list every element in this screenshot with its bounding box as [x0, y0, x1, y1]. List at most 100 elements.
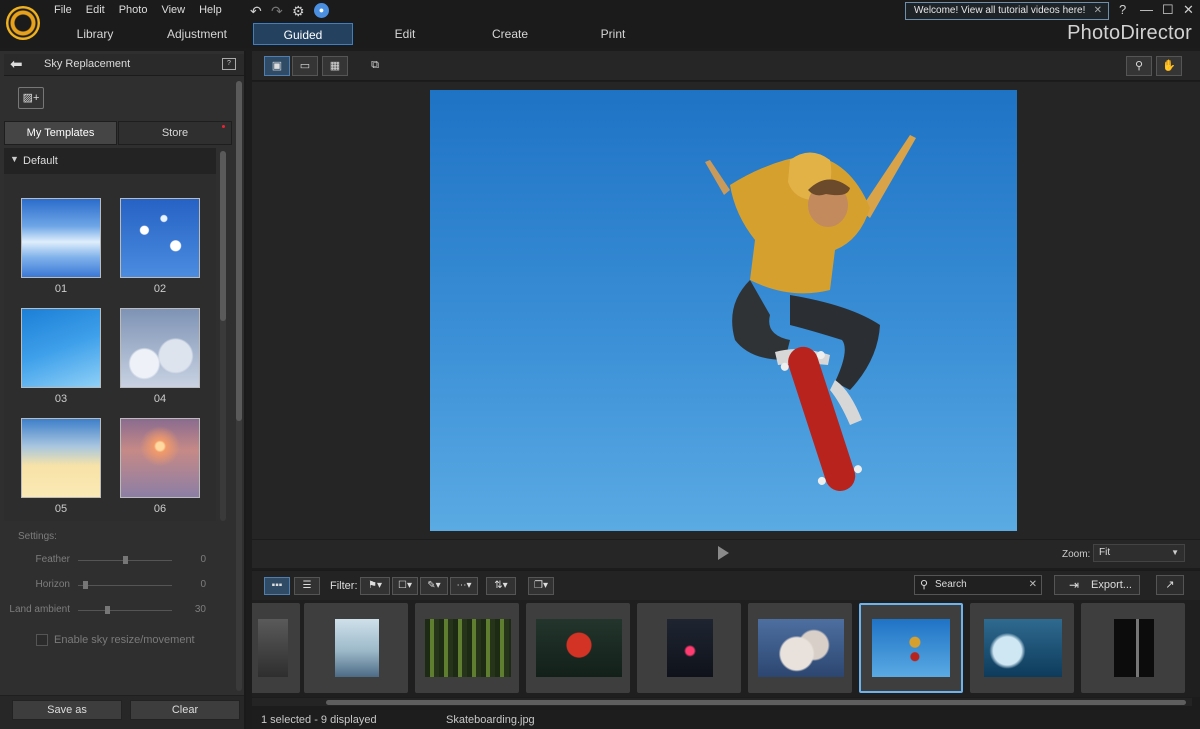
panel-scrollbar[interactable]	[236, 81, 242, 691]
add-sky-template-button[interactable]: ▨+	[18, 87, 44, 109]
single-view-icon[interactable]: ▣	[264, 56, 290, 76]
welcome-banner-text: Welcome! View all tutorial videos here!	[914, 5, 1086, 16]
close-banner-icon[interactable]: ✕	[1094, 3, 1102, 19]
feather-knob[interactable]	[123, 556, 128, 564]
tab-library[interactable]: Library	[45, 23, 145, 45]
help-icon[interactable]: ?	[1119, 2, 1126, 17]
clear-button[interactable]: Clear	[130, 700, 240, 720]
grid-view-icon[interactable]: ▦	[322, 56, 348, 76]
menu-edit[interactable]: Edit	[86, 4, 105, 16]
title-bar: File Edit Photo View Help ↶ ↷ ⚙ ● Welcom…	[0, 0, 1200, 48]
filter-label: Filter:	[330, 580, 358, 592]
zoom-label: Zoom:	[1062, 549, 1091, 560]
filmstrip-scrollbar[interactable]	[252, 698, 1192, 706]
filmstrip-item[interactable]	[970, 603, 1074, 693]
sky-template-05[interactable]	[21, 418, 101, 498]
sky-template-01[interactable]	[21, 198, 101, 278]
horizon-knob[interactable]	[82, 581, 88, 589]
thumbnail-image	[536, 619, 622, 677]
panel-help-icon[interactable]: ?	[222, 58, 236, 70]
flag-filter-icon[interactable]: ⚑▾	[360, 577, 390, 595]
filmstrip-item[interactable]	[304, 603, 408, 693]
thumbnail-image	[667, 619, 713, 677]
clear-search-icon[interactable]: ✕	[1029, 576, 1037, 594]
maximize-icon[interactable]: ☐	[1162, 2, 1174, 18]
menu-help[interactable]: Help	[199, 4, 222, 16]
back-arrow-icon[interactable]: ⬅	[10, 55, 23, 73]
tab-store[interactable]: Store	[118, 121, 232, 145]
open-external-icon[interactable]: ↗	[1156, 575, 1184, 595]
search-placeholder: Search	[935, 579, 967, 590]
sky-template-02[interactable]	[120, 198, 200, 278]
land-ambient-value: 30	[194, 604, 206, 615]
panel-scrollbar-thumb[interactable]	[236, 81, 242, 421]
thumbnail-image	[758, 619, 844, 677]
template-grid: 01 02 03 04 05 06	[4, 174, 216, 521]
template-group-header[interactable]: ▼ Default	[4, 148, 216, 174]
filmstrip-item[interactable]	[252, 603, 300, 693]
export-button[interactable]: ⇥ Export...	[1054, 575, 1140, 595]
sky-resize-label: Enable sky resize/movement	[54, 634, 195, 646]
menu-photo[interactable]: Photo	[119, 4, 148, 16]
sky-template-06[interactable]	[120, 418, 200, 498]
main-photo[interactable]	[430, 90, 1017, 531]
search-input[interactable]: ⚲ Search ✕	[914, 575, 1042, 595]
menu-bar: File Edit Photo View Help	[54, 4, 236, 16]
filmstrip-item[interactable]	[526, 603, 630, 693]
fullscreen-icon[interactable]: ⧉	[362, 56, 388, 76]
settings-gear-icon[interactable]: ⚙	[292, 3, 305, 20]
thumbnail-image	[1114, 619, 1154, 677]
sky-template-04[interactable]	[120, 308, 200, 388]
brand-title: PhotoDirector	[1067, 22, 1192, 44]
filmstrip-item[interactable]	[415, 603, 519, 693]
menu-view[interactable]: View	[161, 4, 185, 16]
sort-icon[interactable]: ⇅▾	[486, 577, 516, 595]
minimize-icon[interactable]: —	[1140, 2, 1153, 17]
sky-template-03[interactable]	[21, 308, 101, 388]
current-filename: Skateboarding.jpg	[446, 714, 535, 726]
horizon-track[interactable]	[78, 585, 172, 586]
sky-resize-checkbox[interactable]	[36, 634, 48, 647]
template-scrollbar-thumb[interactable]	[220, 151, 226, 321]
tab-guided[interactable]: Guided	[253, 23, 353, 45]
selection-count: 1 selected - 9 displayed	[261, 714, 377, 726]
color-label-filter-icon[interactable]: ☐▾	[392, 577, 418, 595]
thumbnail-image	[984, 619, 1062, 677]
more-filter-icon[interactable]: ⋯▾	[450, 577, 478, 595]
filmstrip-scrollbar-thumb[interactable]	[326, 700, 1186, 705]
zoom-tool-icon[interactable]: ⚲	[1126, 56, 1152, 76]
filmstrip-view-icon[interactable]: ▪▪▪	[264, 577, 290, 595]
save-as-button[interactable]: Save as	[12, 700, 122, 720]
playback-bar: Zoom: Fit ▼	[252, 540, 1200, 568]
hand-tool-icon[interactable]: ✋	[1156, 56, 1182, 76]
sky-resize-checkbox-row[interactable]: Enable sky resize/movement	[36, 634, 195, 647]
filmstrip-item[interactable]	[637, 603, 741, 693]
stack-icon[interactable]: ❐▾	[528, 577, 554, 595]
filmstrip-item-selected[interactable]	[859, 603, 963, 693]
redo-icon[interactable]: ↷	[271, 3, 283, 20]
menu-file[interactable]: File	[54, 4, 72, 16]
filmstrip-item[interactable]	[748, 603, 852, 693]
land-ambient-track[interactable]	[78, 610, 172, 611]
filmstrip-item[interactable]	[1081, 603, 1185, 693]
compare-view-icon[interactable]: ▭	[292, 56, 318, 76]
tab-print[interactable]: Print	[563, 23, 663, 45]
edit-filter-icon[interactable]: ✎▾	[420, 577, 448, 595]
tab-edit[interactable]: Edit	[355, 23, 455, 45]
undo-icon[interactable]: ↶	[250, 3, 262, 20]
land-ambient-knob[interactable]	[105, 606, 110, 614]
zoom-value: Fit	[1099, 547, 1111, 558]
zoom-select[interactable]: Fit ▼	[1093, 544, 1185, 562]
list-view-icon[interactable]: ☰	[294, 577, 320, 595]
welcome-banner[interactable]: Welcome! View all tutorial videos here! …	[905, 2, 1109, 20]
tab-create[interactable]: Create	[460, 23, 560, 45]
search-icon: ⚲	[920, 579, 929, 591]
collapse-triangle-icon[interactable]: ▼	[10, 154, 19, 164]
close-window-icon[interactable]: ✕	[1183, 2, 1194, 18]
template-scrollbar[interactable]	[220, 151, 226, 521]
account-icon[interactable]: ●	[314, 3, 329, 18]
tab-my-templates[interactable]: My Templates	[4, 121, 117, 145]
feather-slider-row: Feather 0	[0, 553, 210, 567]
play-icon[interactable]	[718, 546, 729, 560]
tab-adjustment[interactable]: Adjustment	[147, 23, 247, 45]
